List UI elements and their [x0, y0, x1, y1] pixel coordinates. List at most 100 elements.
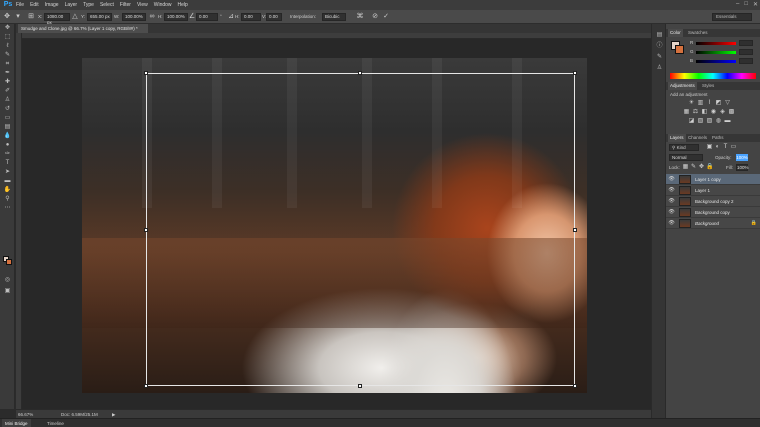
- filter-adjustment-icon[interactable]: ◐: [714, 144, 721, 151]
- vibrance-icon[interactable]: ▽: [724, 100, 731, 107]
- hand-tool-icon[interactable]: ✋: [0, 186, 15, 195]
- dodge-tool-icon[interactable]: ●: [0, 141, 15, 150]
- hue-saturation-icon[interactable]: ▦: [683, 109, 690, 116]
- menu-edit[interactable]: Edit: [30, 2, 39, 8]
- visibility-eye-icon[interactable]: 👁: [668, 187, 675, 194]
- minimize-button[interactable]: –: [736, 1, 739, 8]
- screen-mode-icon[interactable]: ▣: [0, 287, 15, 296]
- healing-brush-tool-icon[interactable]: ✚: [0, 78, 15, 87]
- x-field[interactable]: 1080.00 px: [44, 13, 70, 25]
- menu-help[interactable]: Help: [178, 2, 188, 8]
- filter-pixel-icon[interactable]: ▣: [706, 144, 713, 151]
- green-value-field[interactable]: [739, 49, 753, 55]
- exposure-icon[interactable]: ◩: [715, 100, 722, 107]
- transform-bounding-box[interactable]: [144, 71, 577, 388]
- maximize-button[interactable]: □: [744, 1, 748, 8]
- layer-row-background-copy[interactable]: 👁 Background copy: [666, 207, 760, 218]
- marquee-tool-icon[interactable]: ⬚: [0, 33, 15, 42]
- lock-all-icon[interactable]: 🔒: [706, 164, 713, 171]
- transform-handle-bottom[interactable]: [358, 384, 362, 388]
- h-skew-field[interactable]: 0.00: [241, 13, 261, 21]
- menu-filter[interactable]: Filter: [120, 2, 131, 8]
- color-panel-background-swatch[interactable]: [675, 45, 684, 54]
- transform-tool-icon[interactable]: ✥: [3, 13, 11, 21]
- brush-tool-icon[interactable]: ✐: [0, 87, 15, 96]
- path-selection-tool-icon[interactable]: ➤: [0, 168, 15, 177]
- visibility-eye-icon[interactable]: 👁: [668, 176, 675, 183]
- transform-handle-top[interactable]: [358, 71, 362, 75]
- pen-tool-icon[interactable]: ✑: [0, 150, 15, 159]
- quick-mask-icon[interactable]: ◎: [0, 276, 15, 285]
- red-value-field[interactable]: [739, 40, 753, 46]
- layer-row-background[interactable]: 👁 Background 🔒: [666, 218, 760, 229]
- visibility-eye-icon[interactable]: 👁: [668, 198, 675, 205]
- opacity-field[interactable]: 100%: [736, 154, 748, 161]
- menu-view[interactable]: View: [137, 2, 148, 8]
- close-button[interactable]: ✕: [753, 1, 758, 8]
- filter-type-icon[interactable]: T: [722, 144, 729, 151]
- tab-paths[interactable]: Paths: [710, 134, 726, 142]
- layer-filter-select[interactable]: ⚲ Kind: [669, 144, 699, 151]
- tab-adjustments[interactable]: Adjustments: [668, 82, 697, 90]
- visibility-eye-icon[interactable]: 👁: [668, 220, 675, 227]
- v-skew-field[interactable]: 0.00: [266, 13, 282, 21]
- menu-image[interactable]: Image: [45, 2, 59, 8]
- cancel-transform-icon[interactable]: ⊘: [371, 13, 379, 21]
- tab-mini-bridge[interactable]: Mini Bridge: [2, 419, 31, 427]
- tab-swatches[interactable]: Swatches: [686, 29, 710, 37]
- commit-transform-icon[interactable]: ✓: [382, 13, 390, 21]
- tab-layers[interactable]: Layers: [668, 134, 686, 142]
- history-brush-tool-icon[interactable]: ↺: [0, 105, 15, 114]
- selective-color-icon[interactable]: ◍: [715, 118, 722, 125]
- transform-handle-left[interactable]: [144, 228, 148, 232]
- lock-position-icon[interactable]: ✥: [698, 164, 705, 171]
- posterize-icon[interactable]: ▧: [697, 118, 704, 125]
- y-field[interactable]: 655.00 px: [87, 13, 112, 21]
- history-panel-icon[interactable]: ▤: [652, 30, 667, 41]
- workspace-switcher[interactable]: Essentials: [712, 13, 752, 21]
- tool-preset-dropdown-icon[interactable]: ▾: [14, 13, 22, 21]
- interpolation-select[interactable]: Bicubic: [322, 13, 346, 21]
- menu-layer[interactable]: Layer: [65, 2, 78, 8]
- document-tab[interactable]: Smudge and Clone.jpg @ 66.7% (Layer 1 co…: [18, 24, 148, 33]
- photo-filter-icon[interactable]: ◉: [710, 109, 717, 116]
- blur-tool-icon[interactable]: 💧: [0, 132, 15, 141]
- lock-transparent-icon[interactable]: ▦: [682, 164, 689, 171]
- eraser-tool-icon[interactable]: ▭: [0, 114, 15, 123]
- lock-pixels-icon[interactable]: ✎: [690, 164, 697, 171]
- invert-icon[interactable]: ◪: [688, 118, 695, 125]
- menu-window[interactable]: Window: [154, 2, 172, 8]
- transform-handle-top-left[interactable]: [144, 71, 148, 75]
- type-tool-icon[interactable]: T: [0, 159, 15, 168]
- transform-handle-top-right[interactable]: [573, 71, 577, 75]
- filter-shape-icon[interactable]: ▭: [730, 144, 737, 151]
- quick-select-tool-icon[interactable]: ✎: [0, 51, 15, 60]
- tab-styles[interactable]: Styles: [700, 82, 716, 90]
- tab-channels[interactable]: Channels: [686, 134, 709, 142]
- more-tools-icon[interactable]: ⋯: [0, 204, 15, 213]
- layer-row-layer-1-copy[interactable]: 👁 Layer 1 copy: [666, 174, 760, 185]
- reference-point-icon[interactable]: ⊞: [27, 13, 35, 21]
- channel-mixer-icon[interactable]: ◈: [719, 109, 726, 116]
- crop-tool-icon[interactable]: ⌗: [0, 60, 15, 69]
- red-slider[interactable]: [696, 42, 736, 45]
- black-white-icon[interactable]: ◧: [701, 109, 708, 116]
- brightness-contrast-icon[interactable]: ☀: [688, 100, 695, 107]
- background-color-swatch[interactable]: [6, 259, 12, 265]
- tab-color[interactable]: Color: [668, 29, 683, 37]
- menu-type[interactable]: Type: [83, 2, 94, 8]
- properties-panel-icon[interactable]: ⓘ: [652, 41, 667, 52]
- shape-tool-icon[interactable]: ▬: [0, 177, 15, 186]
- color-balance-icon[interactable]: ⚖: [692, 109, 699, 116]
- visibility-eye-icon[interactable]: 👁: [668, 209, 675, 216]
- blue-value-field[interactable]: [739, 58, 753, 64]
- transform-handle-bottom-right[interactable]: [573, 384, 577, 388]
- link-icon[interactable]: ∞: [148, 13, 156, 21]
- color-spectrum-ramp[interactable]: [670, 73, 756, 79]
- move-tool-icon[interactable]: ✥: [0, 24, 15, 33]
- lasso-tool-icon[interactable]: ℓ: [0, 42, 15, 51]
- zoom-tool-icon[interactable]: ⚲: [0, 195, 15, 204]
- menu-file[interactable]: File: [16, 2, 24, 8]
- width-field[interactable]: 100.00%: [122, 13, 146, 21]
- warp-mode-icon[interactable]: ⌘: [356, 13, 364, 21]
